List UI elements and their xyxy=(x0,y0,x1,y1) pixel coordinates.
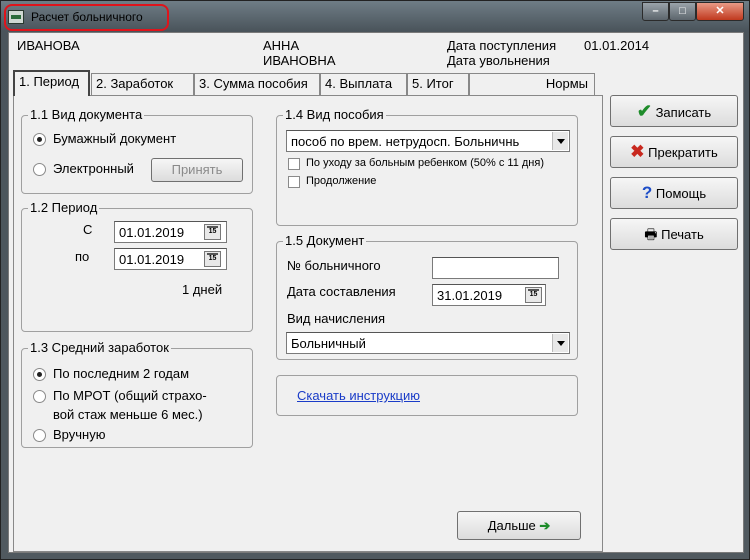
document-title: 1.5 Документ xyxy=(283,233,367,248)
tab-panel-period: 1.1 Вид документа Бумажный документ Элек… xyxy=(13,95,603,552)
period-from-value: 01.01.2019 xyxy=(119,225,185,240)
accrual-type-select[interactable]: Больничный xyxy=(286,332,570,354)
child-care-label: По уходу за больным ребенком (50% с 11 д… xyxy=(306,157,544,169)
chevron-down-icon xyxy=(552,132,568,150)
mrot-label-line1: По МРОТ (общий страхо- xyxy=(53,388,207,403)
period-from-label: С xyxy=(83,222,93,237)
benefit-type-title: 1.4 Вид пособия xyxy=(283,107,386,122)
calendar-icon[interactable]: 15 xyxy=(525,287,542,303)
continuation-label: Продолжение xyxy=(306,175,377,187)
hire-date-value: 01.01.2014 xyxy=(584,38,650,53)
doc-type-group: 1.1 Вид документа Бумажный документ Элек… xyxy=(21,107,253,194)
mrot-radio[interactable] xyxy=(33,390,46,403)
tab-norms[interactable]: Нормы xyxy=(469,73,595,95)
dismiss-date-label: Дата увольнения xyxy=(447,53,550,68)
tab-benefit-amount[interactable]: 3. Сумма пособия xyxy=(194,73,320,95)
avg-earnings-title: 1.3 Средний заработок xyxy=(28,340,171,355)
stop-button-label: Прекратить xyxy=(648,145,718,160)
period-to-value: 01.01.2019 xyxy=(119,252,185,267)
title-bar[interactable]: Расчет больничного – □ ✕ xyxy=(1,1,750,33)
tab-period[interactable]: 1. Период xyxy=(13,70,90,96)
save-button-label: Записать xyxy=(655,105,712,120)
question-icon: ? xyxy=(641,183,653,202)
calendar-icon[interactable]: 15 xyxy=(204,224,221,240)
paper-doc-radio[interactable] xyxy=(33,133,46,146)
mrot-label-line2: вой стаж меньше 6 мес.) xyxy=(53,407,203,422)
app-window: Расчет больничного – □ ✕ ИВАНОВА АННА ИВ… xyxy=(0,0,750,560)
accrual-type-value: Больничный xyxy=(291,336,366,351)
child-care-checkbox[interactable] xyxy=(288,158,300,170)
manual-label: Вручную xyxy=(53,427,106,442)
chevron-down-icon xyxy=(552,334,568,352)
minimize-button[interactable]: – xyxy=(642,2,669,21)
save-button[interactable]: ✔ Записать xyxy=(610,95,738,127)
paper-doc-label: Бумажный документ xyxy=(53,131,177,146)
accept-button[interactable]: Принять xyxy=(151,158,243,182)
last-two-years-label: По последним 2 годам xyxy=(53,366,190,381)
next-button[interactable]: Дальше ➔ xyxy=(457,511,581,540)
title-highlight-annotation xyxy=(4,4,169,31)
download-instruction-link[interactable]: Скачать инструкцию xyxy=(297,388,420,403)
tab-earnings[interactable]: 2. Заработок xyxy=(91,73,194,95)
tab-payment[interactable]: 4. Выплата xyxy=(320,73,407,95)
sick-leave-number-field[interactable] xyxy=(432,257,559,279)
employee-name: АННА xyxy=(263,38,300,53)
accrual-type-label: Вид начисления xyxy=(287,311,386,326)
period-group: 1.2 Период С 01.01.2019 15 по 01.01.2019… xyxy=(21,200,253,332)
sick-leave-number-label: № больничного xyxy=(287,258,381,273)
help-button-label: Помощь xyxy=(655,186,707,201)
period-to-label: по xyxy=(75,249,90,264)
hire-date-label: Дата поступления xyxy=(447,38,557,53)
close-button[interactable]: ✕ xyxy=(696,2,744,21)
arrow-right-icon: ➔ xyxy=(539,518,551,533)
period-title: 1.2 Период xyxy=(28,200,100,215)
avg-earnings-group: 1.3 Средний заработок По последним 2 год… xyxy=(21,340,253,448)
calendar-icon[interactable]: 15 xyxy=(204,251,221,267)
benefit-type-select[interactable]: пособ по врем. нетрудосп. Больничнь xyxy=(286,130,570,152)
document-group: 1.5 Документ № больничного Дата составле… xyxy=(276,233,578,360)
manual-radio[interactable] xyxy=(33,429,46,442)
continuation-checkbox[interactable] xyxy=(288,176,300,188)
last-two-years-radio[interactable] xyxy=(33,368,46,381)
electronic-doc-radio[interactable] xyxy=(33,163,46,176)
electronic-doc-label: Электронный xyxy=(53,161,134,176)
benefit-type-value: пособ по врем. нетрудосп. Больничнь xyxy=(291,134,520,149)
print-button[interactable]: 🖶 Печать xyxy=(610,218,738,250)
issue-date-value: 31.01.2019 xyxy=(437,288,503,303)
print-button-label: Печать xyxy=(661,227,704,242)
cross-icon: ✖ xyxy=(630,142,645,161)
employee-patronymic: ИВАНОВНА xyxy=(263,53,336,68)
maximize-button[interactable]: □ xyxy=(669,2,696,21)
tab-result[interactable]: 5. Итог xyxy=(407,73,469,95)
period-days: 1 дней xyxy=(182,282,223,297)
employee-surname: ИВАНОВА xyxy=(17,38,80,53)
dialog-client: ИВАНОВА АННА ИВАНОВНА Дата поступления 0… xyxy=(8,32,744,553)
printer-icon: 🖶 xyxy=(644,226,658,242)
help-button[interactable]: ? Помощь xyxy=(610,177,738,209)
issue-date-label: Дата составления xyxy=(287,284,396,299)
instruction-box: Скачать инструкцию xyxy=(276,375,578,416)
checkmark-icon: ✔ xyxy=(636,101,652,121)
next-button-label: Дальше xyxy=(487,518,536,533)
stop-button[interactable]: ✖ Прекратить xyxy=(610,136,738,168)
doc-type-title: 1.1 Вид документа xyxy=(28,107,145,122)
benefit-type-group: 1.4 Вид пособия пособ по врем. нетрудосп… xyxy=(276,107,578,226)
